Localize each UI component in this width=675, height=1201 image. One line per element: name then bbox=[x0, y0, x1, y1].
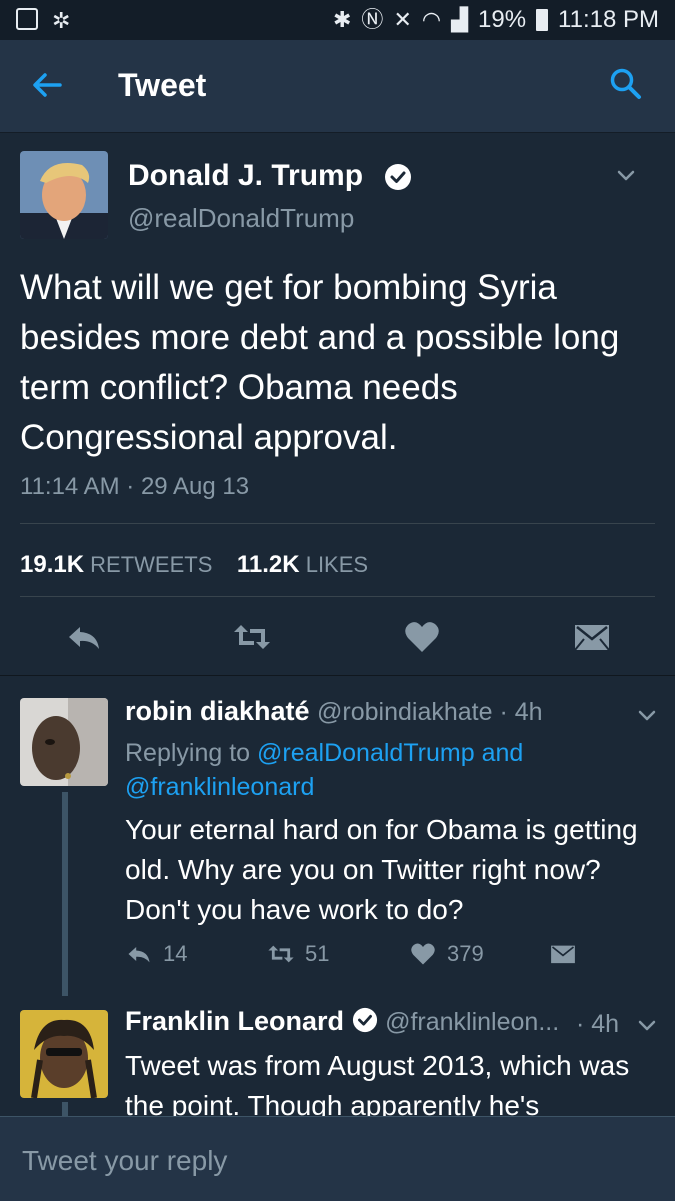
battery-icon bbox=[536, 9, 549, 31]
tweet-timestamp: 11:14 AM · 29 Aug 13 bbox=[20, 473, 250, 500]
reply-author-handle[interactable]: @franklinleon... bbox=[385, 1008, 559, 1036]
reply-time: · 4h bbox=[576, 1010, 620, 1038]
main-tweet: Donald J. Trump @realDonaldTrump What wi… bbox=[0, 133, 675, 676]
reply-text: Tweet was from August 2013, which was th… bbox=[125, 1050, 630, 1116]
tweet-text: What will we get for bombing Syria besid… bbox=[20, 268, 620, 457]
likes-count[interactable]: 11.2K bbox=[237, 551, 300, 578]
chevron-down-icon[interactable] bbox=[636, 1014, 658, 1036]
retweet-icon[interactable] bbox=[232, 617, 272, 657]
reply-icon bbox=[128, 947, 150, 963]
divider bbox=[20, 596, 655, 597]
wifi-icon: ◠ bbox=[421, 7, 442, 32]
author-name[interactable]: Donald J. Trump bbox=[128, 159, 363, 193]
reply-actions: 14 51 379 bbox=[125, 940, 645, 976]
avatar[interactable] bbox=[20, 151, 108, 239]
thread-line bbox=[62, 1102, 68, 1116]
chevron-down-icon[interactable] bbox=[636, 704, 658, 726]
nfc-icon: Ⓝ bbox=[361, 7, 384, 32]
reply-icon[interactable] bbox=[64, 617, 104, 657]
likes-label[interactable]: LIKES bbox=[306, 552, 368, 577]
mute-icon: ✕ bbox=[393, 7, 412, 32]
verified-badge-icon bbox=[352, 1007, 377, 1033]
search-icon[interactable] bbox=[608, 66, 644, 102]
divider bbox=[20, 523, 655, 524]
app-bar: Tweet bbox=[0, 40, 675, 133]
direct-message-icon bbox=[551, 945, 575, 964]
retweet-count: 51 bbox=[305, 941, 330, 966]
reply-tweet[interactable]: robin diakhaté @robindiakhate · 4h Reply… bbox=[0, 676, 675, 996]
thread-line bbox=[62, 792, 68, 996]
avatar[interactable] bbox=[20, 1010, 108, 1098]
replying-to-label: Replying to bbox=[125, 739, 251, 767]
avatar[interactable] bbox=[20, 698, 108, 786]
reply-count: 14 bbox=[163, 941, 188, 966]
direct-message-icon[interactable] bbox=[572, 617, 612, 657]
retweet-icon bbox=[268, 945, 294, 963]
retweet-button[interactable]: 51 bbox=[267, 940, 329, 968]
page-title: Tweet bbox=[118, 67, 207, 103]
tweet-reply-input[interactable] bbox=[20, 1137, 654, 1185]
dm-button[interactable] bbox=[549, 940, 577, 968]
engagement-counts: 19.1K RETWEETS 11.2K LIKES bbox=[20, 551, 368, 579]
reply-author[interactable]: robin diakhaté @robindiakhate · 4h bbox=[125, 696, 543, 727]
arrow-left-icon[interactable] bbox=[30, 68, 64, 102]
retweets-label[interactable]: RETWEETS bbox=[90, 552, 212, 577]
reply-author-name[interactable]: Franklin Leonard bbox=[125, 1006, 344, 1036]
status-bar: ✲ ✱ Ⓝ ✕ ◠ ▟ 19% 11:18 PM bbox=[0, 0, 675, 40]
like-button[interactable]: 379 bbox=[409, 940, 484, 968]
reply-author[interactable]: Franklin Leonard @franklinleon... bbox=[125, 1006, 559, 1037]
reply-composer bbox=[0, 1116, 675, 1201]
replying-to: Replying to @realDonaldTrump and @frankl… bbox=[125, 736, 645, 804]
author-handle[interactable]: @realDonaldTrump bbox=[128, 203, 354, 234]
bluetooth-icon: ✱ bbox=[332, 7, 352, 32]
battery-percent: 19% bbox=[478, 6, 527, 33]
reply-button[interactable]: 14 bbox=[125, 940, 187, 968]
clock: 11:18 PM bbox=[558, 6, 659, 33]
like-count: 379 bbox=[447, 941, 484, 966]
tweet-actions bbox=[0, 603, 675, 673]
reply-text: Your eternal hard on for Obama is gettin… bbox=[125, 814, 638, 925]
like-heart-icon[interactable] bbox=[402, 617, 442, 657]
reply-author-handle[interactable]: @robindiakhate · 4h bbox=[317, 698, 543, 726]
reply-tweet[interactable]: Franklin Leonard @franklinleon... · 4h T… bbox=[0, 996, 675, 1116]
gallery-notification-icon bbox=[16, 8, 38, 30]
reply-author-name[interactable]: robin diakhaté bbox=[125, 696, 310, 726]
signal-icon: ▟ bbox=[451, 7, 468, 32]
sync-notification-icon: ✲ bbox=[52, 8, 71, 33]
retweets-count[interactable]: 19.1K bbox=[20, 551, 84, 578]
verified-badge-icon bbox=[385, 164, 411, 190]
chevron-down-icon[interactable] bbox=[614, 163, 638, 187]
like-heart-icon bbox=[411, 943, 435, 965]
